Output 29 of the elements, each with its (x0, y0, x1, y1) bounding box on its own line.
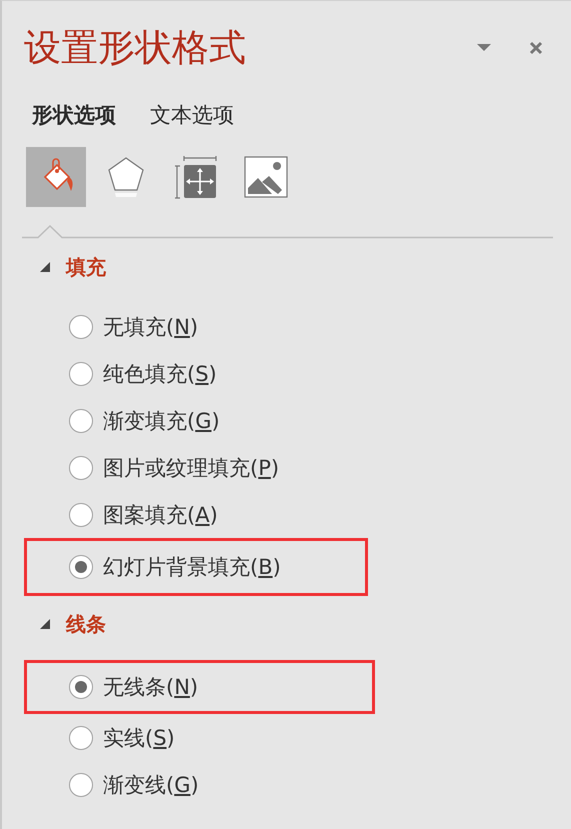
radio-button[interactable] (69, 362, 93, 386)
option-label[interactable]: 纯色填充(S) (103, 360, 217, 388)
option-label[interactable]: 图片或纹理填充(P) (103, 454, 280, 482)
collapse-triangle-icon[interactable] (40, 262, 50, 272)
size-position-icon (174, 155, 218, 199)
option-label[interactable]: 幻灯片背景填充(B) (103, 553, 281, 581)
option-label[interactable]: 无填充(N) (103, 312, 198, 340)
section-header[interactable]: 线条 (66, 610, 106, 638)
radio-button[interactable] (69, 555, 93, 579)
radio-button[interactable] (69, 314, 93, 338)
option-label[interactable]: 渐变填充(G) (103, 406, 220, 434)
collapse-triangle-icon[interactable] (40, 619, 50, 629)
option-label[interactable]: 渐变线(G) (103, 770, 199, 798)
option-label[interactable]: 实线(S) (103, 724, 175, 752)
radio-button[interactable] (69, 726, 93, 750)
option-label[interactable]: 图案填充(A) (103, 500, 218, 528)
radio-button[interactable] (69, 772, 93, 796)
options-tab[interactable]: 文本选项 (150, 95, 234, 135)
section-header[interactable]: 填充 (66, 254, 106, 280)
pentagon-icon (106, 155, 146, 199)
options-tab[interactable]: 形状选项 (32, 95, 116, 135)
radio-button[interactable] (69, 408, 93, 432)
icon-tab[interactable] (26, 147, 86, 207)
radio-button[interactable] (69, 502, 93, 526)
radio-button[interactable] (69, 456, 93, 480)
option-label[interactable]: 无线条(N) (103, 673, 198, 701)
panel-title: 设置形状格式 (24, 25, 247, 71)
radio-button[interactable] (69, 675, 93, 699)
image-icon (244, 156, 288, 198)
